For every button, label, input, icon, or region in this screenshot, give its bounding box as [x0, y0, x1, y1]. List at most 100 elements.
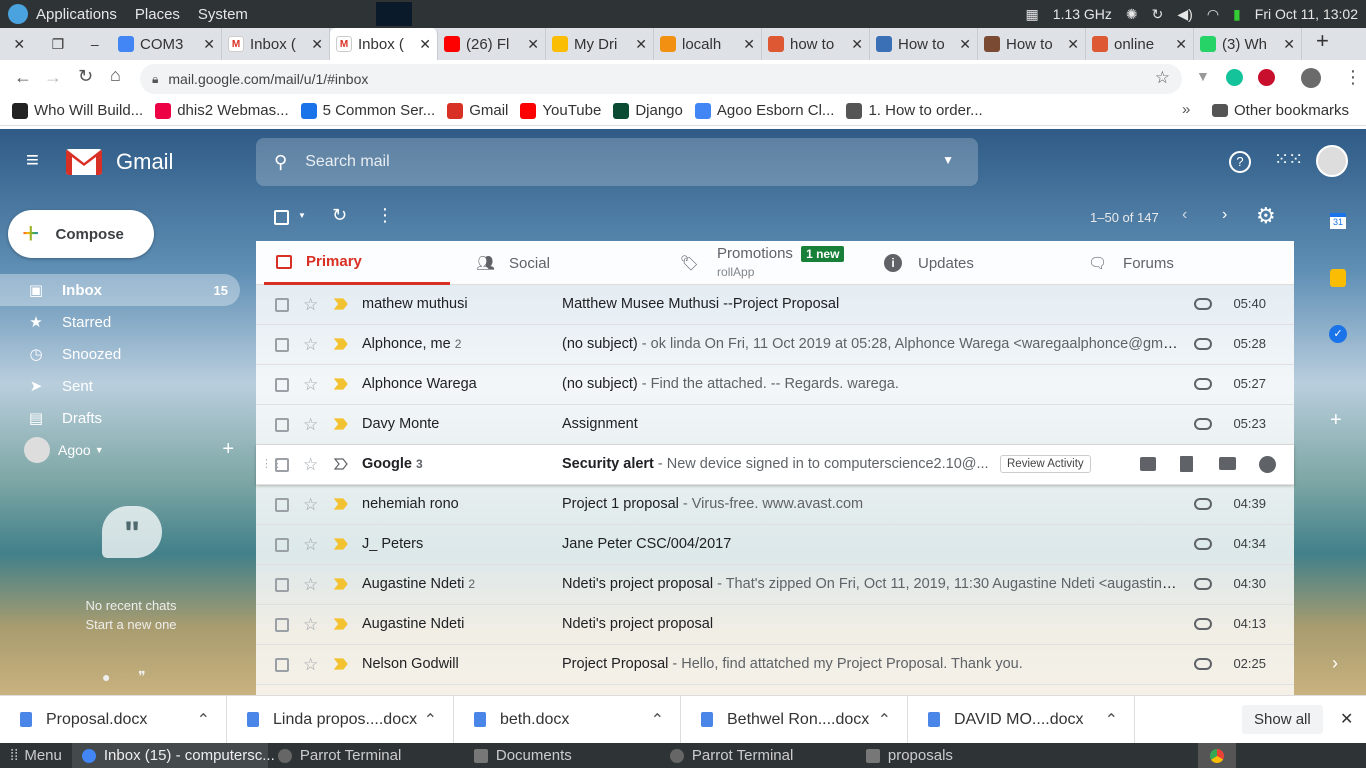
brightness-icon[interactable]: ✺ — [1126, 6, 1138, 23]
tab-close-icon[interactable]: ✕ — [1169, 36, 1187, 53]
help-icon[interactable]: ? — [1229, 151, 1251, 173]
star-icon[interactable]: ☆ — [303, 535, 318, 555]
email-row[interactable]: ☆ Augastine Ndeti 2 Ndeti's project prop… — [256, 565, 1294, 605]
email-row[interactable]: ☆ Augastine Ndeti Ndeti's project propos… — [256, 605, 1294, 645]
bookmarks-overflow-icon[interactable]: » — [1182, 101, 1190, 118]
email-row[interactable]: ☆ mathew muthusi Matthew Musee Muthusi -… — [256, 285, 1294, 325]
close-downloads-icon[interactable]: ✕ — [1340, 709, 1353, 729]
snooze-icon[interactable] — [1259, 456, 1276, 473]
account-avatar[interactable] — [1316, 145, 1348, 177]
bookmark-item[interactable]: dhis2 Webmas... — [155, 102, 289, 119]
update-icon[interactable]: ↻ — [1152, 6, 1164, 23]
email-checkbox[interactable] — [275, 378, 289, 392]
email-checkbox[interactable] — [275, 578, 289, 592]
account-switcher[interactable]: Agoo ▼ + — [24, 436, 234, 464]
start-menu-button[interactable]: ⁞⁞ Menu — [0, 743, 72, 768]
url-text[interactable]: mail.google.com/mail/u/1/#inbox — [168, 71, 368, 87]
email-checkbox[interactable] — [275, 298, 289, 312]
tab-close-icon[interactable]: ✕ — [413, 36, 431, 53]
battery-icon[interactable]: ▮ — [1233, 6, 1241, 23]
browser-tab[interactable]: My Dri ✕ — [546, 28, 654, 60]
review-activity-button[interactable]: Review Activity — [1000, 455, 1091, 473]
places-menu[interactable]: Places — [135, 6, 180, 23]
download-item[interactable]: Linda propos....docx ⌃ — [227, 695, 454, 744]
bookmark-item[interactable]: Gmail — [447, 102, 508, 119]
sidebar-item-sent[interactable]: ➤ Sent — [0, 370, 240, 402]
window-restore-icon[interactable]: ❐ — [52, 36, 65, 53]
chevron-up-icon[interactable]: ⌃ — [878, 710, 891, 730]
browser-tab[interactable]: M Inbox (✕ — [330, 28, 438, 60]
email-row[interactable]: ⋮⋮ ☆ Google 3 Security alert - New devic… — [256, 445, 1294, 485]
bookmark-item[interactable]: 5 Common Ser... — [300, 102, 435, 119]
browser-tab[interactable]: (3) Wh ✕ — [1194, 28, 1302, 60]
taskbar-window[interactable]: proposals — [856, 743, 1052, 768]
sidebar-item-drafts[interactable]: ▤ Drafts — [0, 402, 240, 434]
sidebar-item-inbox[interactable]: ▣ Inbox 15 — [0, 274, 240, 306]
tab-forums[interactable]: 🗨︎ Forums — [1088, 241, 1268, 285]
importance-marker-icon[interactable] — [333, 457, 348, 471]
tab-close-icon[interactable]: ✕ — [845, 36, 863, 53]
star-icon[interactable]: ☆ — [303, 615, 318, 635]
clock[interactable]: Fri Oct 11, 13:02 — [1255, 6, 1358, 22]
bookmark-item[interactable]: Agoo Esborn Cl... — [694, 102, 834, 119]
forward-icon[interactable]: → — [44, 67, 62, 88]
older-icon[interactable]: › — [1222, 206, 1227, 224]
email-row[interactable]: ☆ Alphonce Warega (no subject) - Find th… — [256, 365, 1294, 405]
show-all-button[interactable]: Show all — [1242, 705, 1323, 734]
search-options-icon[interactable]: ▼ — [942, 153, 954, 167]
email-checkbox[interactable] — [275, 538, 289, 552]
tab-close-icon[interactable]: ✕ — [737, 36, 755, 53]
importance-marker-icon[interactable] — [333, 417, 348, 431]
start-chat-link[interactable]: Start a new one — [0, 617, 262, 632]
download-item[interactable]: Bethwel Ron....docx ⌃ — [681, 695, 908, 744]
more-icon[interactable]: ⋮ — [376, 205, 394, 226]
email-row[interactable]: ☆ Alphonce, me 2 (no subject) - ok linda… — [256, 325, 1294, 365]
browser-tab[interactable]: COM3 ✕ — [112, 28, 222, 60]
importance-marker-icon[interactable] — [333, 657, 348, 671]
browser-tab[interactable]: online ✕ — [1086, 28, 1194, 60]
window-close-icon[interactable]: ✕ — [13, 36, 25, 53]
star-icon[interactable]: ☆ — [303, 375, 318, 395]
tasks-icon[interactable]: ✓ — [1329, 325, 1347, 343]
extension-grammarly-icon[interactable] — [1226, 69, 1243, 86]
reload-icon[interactable]: ↻ — [78, 66, 93, 87]
calendar-icon[interactable]: 31 — [1330, 213, 1346, 229]
email-checkbox[interactable] — [275, 458, 289, 472]
taskbar-window[interactable]: Inbox (15) - computersc... — [71, 743, 275, 768]
sidebar-item-snoozed[interactable]: ◷ Snoozed — [0, 338, 240, 370]
email-checkbox[interactable] — [275, 498, 289, 512]
applications-menu[interactable]: Applications — [36, 6, 117, 23]
email-row[interactable]: ☆ Davy Monte Assignment 05:23 — [256, 405, 1294, 445]
apps-grid-icon[interactable]: ⁙⁙ — [1274, 149, 1303, 170]
add-addon-icon[interactable]: + — [1330, 409, 1342, 432]
bookmark-star-icon[interactable]: ☆ — [1155, 68, 1170, 88]
email-row[interactable]: ☆ J_ Peters Jane Peter CSC/004/2017 04:3… — [256, 525, 1294, 565]
importance-marker-icon[interactable] — [333, 377, 348, 391]
importance-marker-icon[interactable] — [333, 537, 348, 551]
taskbar-window[interactable]: Parrot Terminal — [660, 743, 856, 768]
importance-marker-icon[interactable] — [333, 297, 348, 311]
chrome-tray-icon[interactable] — [1198, 743, 1236, 768]
mark-read-icon[interactable] — [1219, 457, 1236, 470]
download-item[interactable]: beth.docx ⌃ — [454, 695, 681, 744]
star-icon[interactable]: ☆ — [303, 295, 318, 315]
address-bar[interactable]: 🔒︎ mail.google.com/mail/u/1/#inbox ☆ — [140, 64, 1182, 94]
contacts-icon[interactable]: ● — [102, 669, 110, 685]
bookmark-item[interactable]: Django — [613, 102, 683, 119]
star-icon[interactable]: ☆ — [303, 575, 318, 595]
select-all-checkbox[interactable] — [274, 210, 289, 225]
star-icon[interactable]: ☆ — [303, 335, 318, 355]
bookmark-item[interactable]: 1. How to order... — [846, 102, 983, 119]
tab-social[interactable]: 👥︎ Social — [476, 241, 656, 285]
chevron-up-icon[interactable]: ⌃ — [651, 710, 664, 730]
newer-icon[interactable]: ‹ — [1182, 206, 1187, 224]
hangouts-small-icon[interactable]: ❞ — [138, 668, 146, 685]
star-icon[interactable]: ☆ — [303, 495, 318, 515]
extension-badge-icon[interactable] — [1258, 69, 1275, 86]
compose-button[interactable]: + Compose — [8, 210, 154, 258]
select-dropdown-icon[interactable]: ▼ — [298, 211, 306, 220]
search-icon[interactable]: ⚲ — [274, 152, 287, 173]
importance-marker-icon[interactable] — [333, 617, 348, 631]
chevron-up-icon[interactable]: ⌃ — [197, 710, 210, 730]
importance-marker-icon[interactable] — [333, 337, 348, 351]
